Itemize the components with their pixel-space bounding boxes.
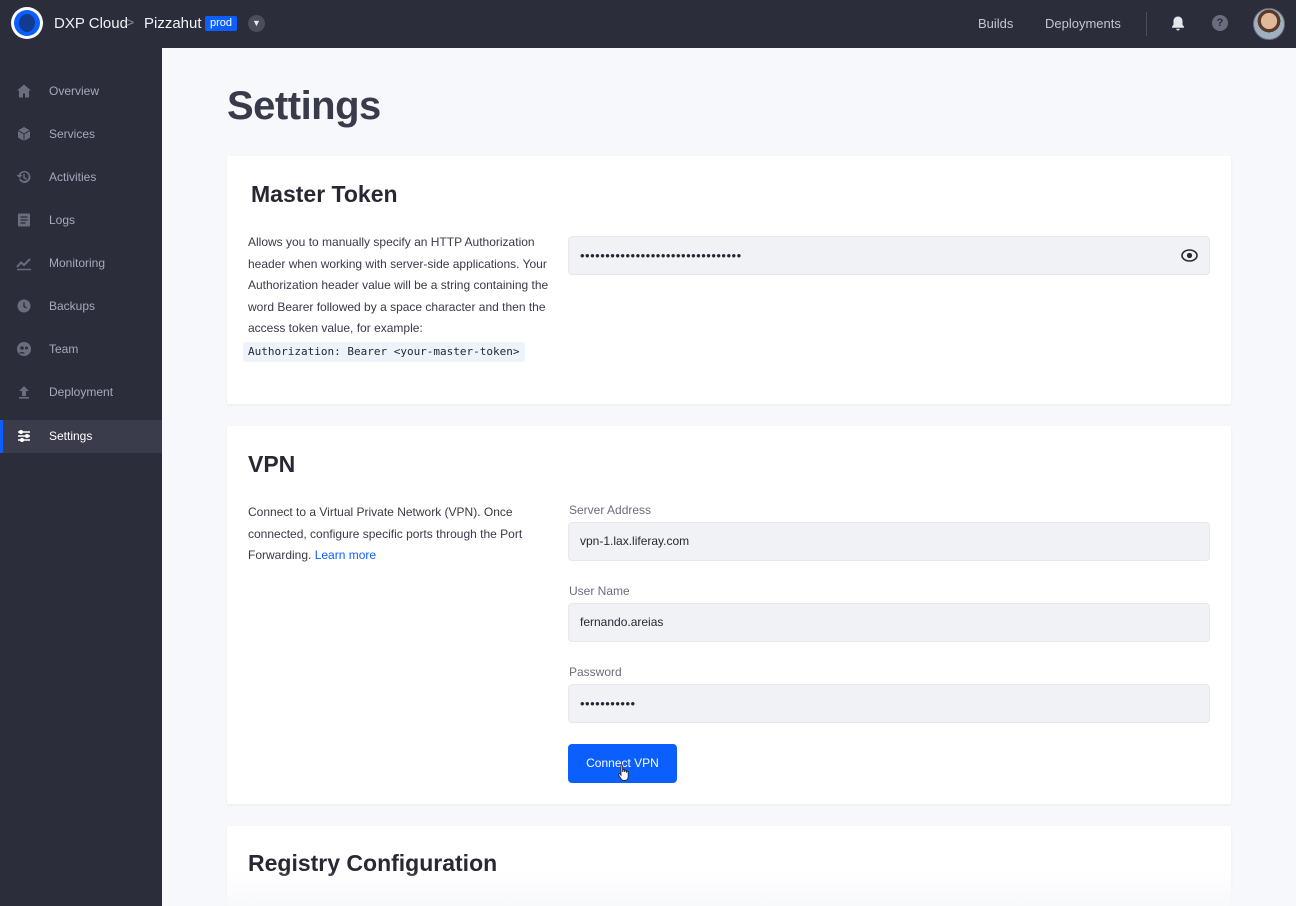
user-name-label: User Name (569, 584, 630, 598)
vpn-description-text: Connect to a Virtual Private Network (VP… (248, 505, 523, 563)
sidebar-item-label: Overview (49, 84, 100, 98)
vpn-title: VPN (248, 451, 296, 477)
master-token-description-text: Allows you to manually specify an HTTP A… (248, 235, 549, 336)
dxp-cloud-logo-icon[interactable] (11, 7, 43, 39)
sidebar-item-label: Activities (49, 170, 97, 184)
password-label: Password (569, 665, 622, 679)
chart-icon (16, 258, 31, 271)
sidebar-item-backups[interactable]: Backups (0, 290, 162, 323)
top-navbar: DXP Cloud > Pizzahut prod ▼ Builds Deplo… (0, 0, 1296, 48)
password-value: ••••••••••• (580, 696, 636, 711)
master-token-field[interactable]: •••••••••••••••••••••••••••••••• (568, 236, 1210, 275)
sidebar-item-settings[interactable]: Settings (0, 420, 162, 453)
sidebar-item-label: Deployment (49, 385, 114, 399)
deployments-link[interactable]: Deployments (1045, 16, 1121, 31)
sidebar-item-logs[interactable]: Logs (0, 204, 162, 237)
breadcrumb-separator-icon: > (126, 14, 135, 30)
history-icon (16, 170, 31, 183)
server-address-value: vpn-1.lax.liferay.com (580, 534, 690, 548)
vpn-card: VPN Connect to a Virtual Private Network… (227, 426, 1231, 804)
team-icon (17, 342, 31, 356)
vpn-description: Connect to a Virtual Private Network (VP… (248, 502, 553, 567)
sidebar-item-overview[interactable]: Overview (0, 75, 162, 108)
bottom-fade-overlay (162, 870, 1296, 906)
topbar-divider (1146, 12, 1147, 36)
cube-icon (17, 127, 31, 141)
learn-more-link[interactable]: Learn more (315, 548, 376, 562)
sidebar-item-activities[interactable]: Activities (0, 161, 162, 194)
home-icon (17, 84, 31, 98)
upload-icon (19, 386, 29, 399)
sidebar-item-label: Team (49, 342, 79, 356)
server-address-label: Server Address (569, 503, 652, 517)
user-name-value: fernando.areias (580, 615, 664, 629)
sliders-icon (18, 430, 30, 442)
sidebar-item-team[interactable]: Team (0, 333, 162, 366)
help-icon[interactable]: ? (1212, 15, 1228, 31)
bell-icon[interactable] (1170, 15, 1186, 32)
project-name-link[interactable]: Pizzahut (144, 15, 202, 32)
app-name-link[interactable]: DXP Cloud (54, 15, 128, 32)
sidebar-item-label: Monitoring (49, 256, 106, 270)
eye-icon[interactable] (1181, 248, 1198, 263)
master-token-value: •••••••••••••••••••••••••••••••• (580, 248, 742, 263)
sidebar-item-label: Services (49, 127, 96, 141)
sidebar-item-monitoring[interactable]: Monitoring (0, 247, 162, 280)
authorization-code-example: Authorization: Bearer <your-master-token… (243, 341, 525, 362)
sidebar-item-services[interactable]: Services (0, 118, 162, 151)
master-token-description: Allows you to manually specify an HTTP A… (243, 232, 553, 363)
hand-cursor-icon (618, 764, 629, 781)
sidebar-item-deployment[interactable]: Deployment (0, 376, 162, 409)
backup-icon (17, 299, 31, 313)
logs-icon (18, 213, 30, 227)
builds-link[interactable]: Builds (978, 16, 1013, 31)
sidebar-item-label: Backups (49, 299, 96, 313)
chevron-down-icon[interactable]: ▼ (248, 15, 265, 32)
master-token-card: Master Token Allows you to manually spec… (227, 156, 1231, 404)
page-title: Settings (227, 84, 381, 128)
master-token-title: Master Token (251, 181, 398, 207)
environment-badge: prod (205, 16, 238, 31)
user-avatar[interactable] (1253, 8, 1285, 40)
user-name-input[interactable]: fernando.areias (568, 603, 1210, 642)
sidebar-item-label: Logs (49, 213, 76, 227)
sidebar-item-label: Settings (49, 429, 93, 443)
password-input[interactable]: ••••••••••• (568, 684, 1210, 723)
server-address-input[interactable]: vpn-1.lax.liferay.com (568, 522, 1210, 561)
sidebar: Overview Services Activities Logs Monito… (0, 48, 162, 906)
